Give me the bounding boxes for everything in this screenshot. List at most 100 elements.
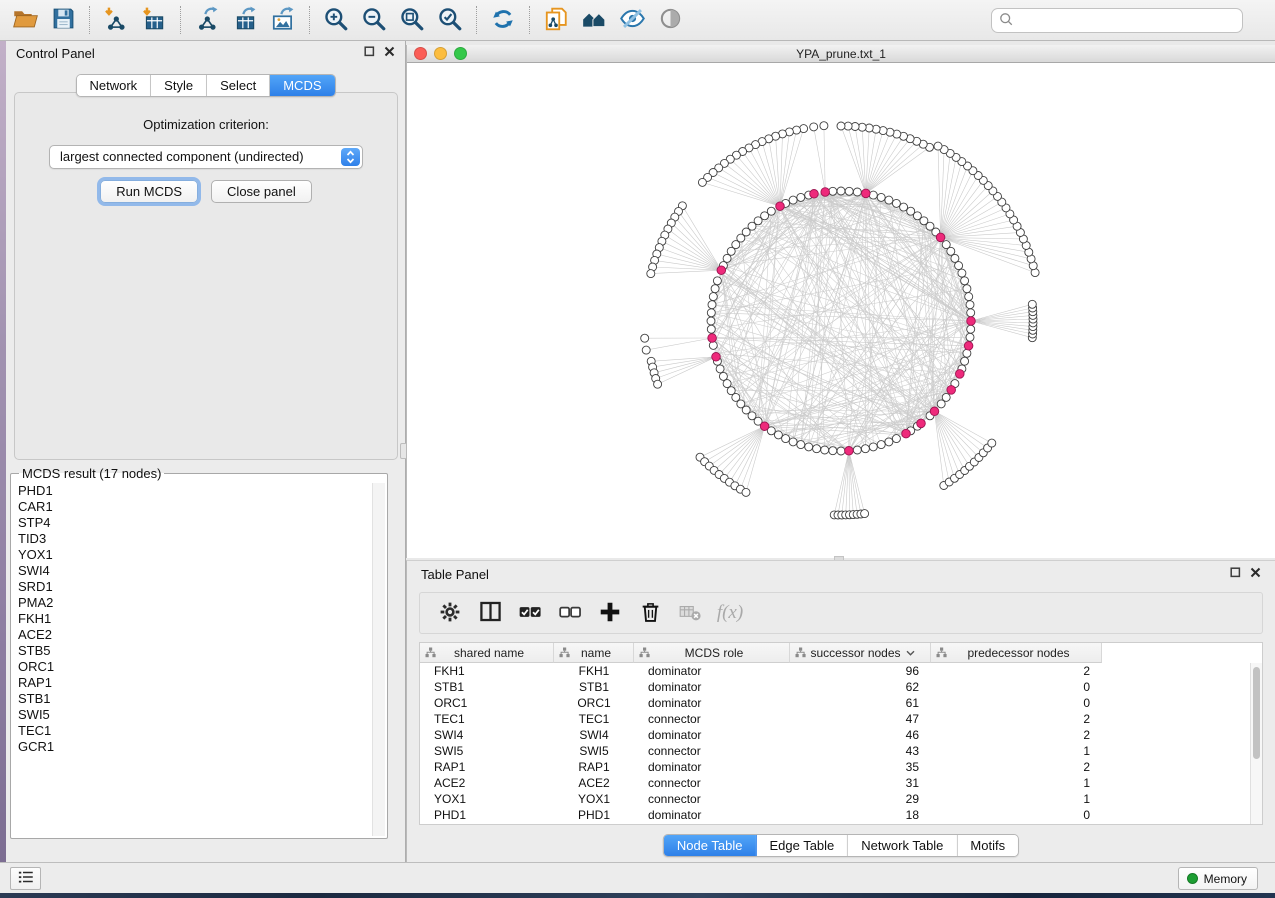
cell-name[interactable]: FKH1 bbox=[554, 663, 634, 679]
tab-select[interactable]: Select bbox=[207, 75, 270, 96]
cell-successor-nodes[interactable]: 43 bbox=[790, 743, 931, 759]
close-panel-button[interactable]: Close panel bbox=[211, 180, 312, 203]
mcds-result-item[interactable]: TEC1 bbox=[18, 723, 386, 739]
table-row-ACE2[interactable]: ACE2ACE2connector311 bbox=[420, 775, 1262, 791]
cell-name[interactable]: ORC1 bbox=[554, 695, 634, 711]
cell-predecessor-nodes[interactable]: 0 bbox=[931, 807, 1102, 823]
cell-name[interactable]: TEC1 bbox=[554, 711, 634, 727]
tab-edge-table[interactable]: Edge Table bbox=[756, 835, 848, 856]
table-scrollbar[interactable] bbox=[1250, 663, 1262, 824]
import-table-button[interactable] bbox=[135, 3, 173, 37]
cell-shared-name[interactable]: SWI4 bbox=[420, 727, 554, 743]
cell-MCDS-role[interactable]: dominator bbox=[634, 663, 790, 679]
clone-network-button[interactable] bbox=[537, 3, 575, 37]
first-neighbors-button[interactable] bbox=[575, 3, 613, 37]
cell-predecessor-nodes[interactable]: 1 bbox=[931, 791, 1102, 807]
cell-predecessor-nodes[interactable]: 2 bbox=[931, 759, 1102, 775]
table-row-RAP1[interactable]: RAP1RAP1dominator352 bbox=[420, 759, 1262, 775]
cell-name[interactable]: PHD1 bbox=[554, 807, 634, 823]
table-panel-titlebar[interactable]: Table Panel bbox=[407, 561, 1275, 587]
mcds-list-scrollbar[interactable] bbox=[372, 483, 385, 836]
mcds-result-item[interactable]: PMA2 bbox=[18, 595, 386, 611]
column-header-name[interactable]: name bbox=[554, 643, 634, 663]
mcds-result-item[interactable]: RAP1 bbox=[18, 675, 386, 691]
mcds-result-item[interactable]: STP4 bbox=[18, 515, 386, 531]
cell-predecessor-nodes[interactable]: 2 bbox=[931, 711, 1102, 727]
cell-successor-nodes[interactable]: 96 bbox=[790, 663, 931, 679]
close-table-panel-icon[interactable] bbox=[1250, 567, 1261, 581]
cell-predecessor-nodes[interactable]: 0 bbox=[931, 695, 1102, 711]
table-scrollbar-thumb[interactable] bbox=[1253, 667, 1260, 759]
mcds-result-item[interactable]: PHD1 bbox=[18, 483, 386, 499]
control-panel-titlebar[interactable]: Control Panel bbox=[6, 41, 405, 65]
mcds-result-item[interactable]: ORC1 bbox=[18, 659, 386, 675]
cell-successor-nodes[interactable]: 18 bbox=[790, 807, 931, 823]
table-row-YOX1[interactable]: YOX1YOX1connector291 bbox=[420, 791, 1262, 807]
cell-shared-name[interactable]: TEC1 bbox=[420, 711, 554, 727]
select-all-button[interactable] bbox=[510, 597, 550, 629]
criterion-select[interactable]: largest connected component (undirected) bbox=[49, 145, 363, 169]
cell-shared-name[interactable]: PHD1 bbox=[420, 807, 554, 823]
cell-shared-name[interactable]: ORC1 bbox=[420, 695, 554, 711]
cell-successor-nodes[interactable]: 61 bbox=[790, 695, 931, 711]
cell-MCDS-role[interactable]: connector bbox=[634, 743, 790, 759]
mcds-result-item[interactable]: SWI5 bbox=[18, 707, 386, 723]
table-row-STB1[interactable]: STB1STB1dominator620 bbox=[420, 679, 1262, 695]
column-header-shared-name[interactable]: shared name bbox=[420, 643, 554, 663]
export-table-button[interactable] bbox=[226, 3, 264, 37]
task-history-button[interactable] bbox=[10, 867, 41, 890]
cell-MCDS-role[interactable]: connector bbox=[634, 711, 790, 727]
export-image-button[interactable] bbox=[264, 3, 302, 37]
cell-predecessor-nodes[interactable]: 0 bbox=[931, 679, 1102, 695]
cell-name[interactable]: ACE2 bbox=[554, 775, 634, 791]
float-table-panel-icon[interactable] bbox=[1230, 567, 1241, 581]
cell-successor-nodes[interactable]: 31 bbox=[790, 775, 931, 791]
cell-predecessor-nodes[interactable]: 1 bbox=[931, 775, 1102, 791]
network-frame-titlebar[interactable]: YPA_prune.txt_1 bbox=[407, 45, 1275, 63]
column-header-predecessor-nodes[interactable]: predecessor nodes bbox=[931, 643, 1102, 663]
mcds-result-item[interactable]: ACE2 bbox=[18, 627, 386, 643]
tab-mcds[interactable]: MCDS bbox=[270, 75, 334, 96]
mcds-result-item[interactable]: CAR1 bbox=[18, 499, 386, 515]
cell-shared-name[interactable]: ACE2 bbox=[420, 775, 554, 791]
cell-shared-name[interactable]: YOX1 bbox=[420, 791, 554, 807]
cell-MCDS-role[interactable]: connector bbox=[634, 791, 790, 807]
open-session-button[interactable] bbox=[6, 3, 44, 37]
delete-row-button[interactable] bbox=[630, 597, 670, 629]
refresh-view-button[interactable] bbox=[484, 3, 522, 37]
column-header-MCDS-role[interactable]: MCDS role bbox=[634, 643, 790, 663]
cell-successor-nodes[interactable]: 47 bbox=[790, 711, 931, 727]
mcds-result-item[interactable]: GCR1 bbox=[18, 739, 386, 755]
cell-name[interactable]: RAP1 bbox=[554, 759, 634, 775]
memory-button[interactable]: Memory bbox=[1178, 867, 1258, 890]
cell-shared-name[interactable]: RAP1 bbox=[420, 759, 554, 775]
tab-style[interactable]: Style bbox=[151, 75, 207, 96]
mcds-result-item[interactable]: SRD1 bbox=[18, 579, 386, 595]
tab-network[interactable]: Network bbox=[76, 75, 151, 96]
import-network-button[interactable] bbox=[97, 3, 135, 37]
cell-name[interactable]: STB1 bbox=[554, 679, 634, 695]
deselect-all-button[interactable] bbox=[550, 597, 590, 629]
table-row-PHD1[interactable]: PHD1PHD1dominator180 bbox=[420, 807, 1262, 823]
cell-name[interactable]: SWI4 bbox=[554, 727, 634, 743]
table-row-FKH1[interactable]: FKH1FKH1dominator962 bbox=[420, 663, 1262, 679]
table-row-TEC1[interactable]: TEC1TEC1connector472 bbox=[420, 711, 1262, 727]
zoom-selected-button[interactable] bbox=[431, 3, 469, 37]
mcds-result-item[interactable]: STB1 bbox=[18, 691, 386, 707]
zoom-out-button[interactable] bbox=[355, 3, 393, 37]
cell-shared-name[interactable]: SWI5 bbox=[420, 743, 554, 759]
mcds-result-item[interactable]: SWI4 bbox=[18, 563, 386, 579]
mcds-result-item[interactable]: TID3 bbox=[18, 531, 386, 547]
cell-MCDS-role[interactable]: dominator bbox=[634, 695, 790, 711]
mcds-result-item[interactable]: YOX1 bbox=[18, 547, 386, 563]
network-canvas[interactable] bbox=[407, 63, 1275, 558]
cell-name[interactable]: SWI5 bbox=[554, 743, 634, 759]
cell-name[interactable]: YOX1 bbox=[554, 791, 634, 807]
table-row-ORC1[interactable]: ORC1ORC1dominator610 bbox=[420, 695, 1262, 711]
cell-MCDS-role[interactable]: dominator bbox=[634, 759, 790, 775]
cell-MCDS-role[interactable]: dominator bbox=[634, 807, 790, 823]
table-row-SWI4[interactable]: SWI4SWI4dominator462 bbox=[420, 727, 1262, 743]
close-panel-icon[interactable] bbox=[384, 46, 395, 60]
cell-MCDS-role[interactable]: dominator bbox=[634, 727, 790, 743]
cell-MCDS-role[interactable]: connector bbox=[634, 775, 790, 791]
